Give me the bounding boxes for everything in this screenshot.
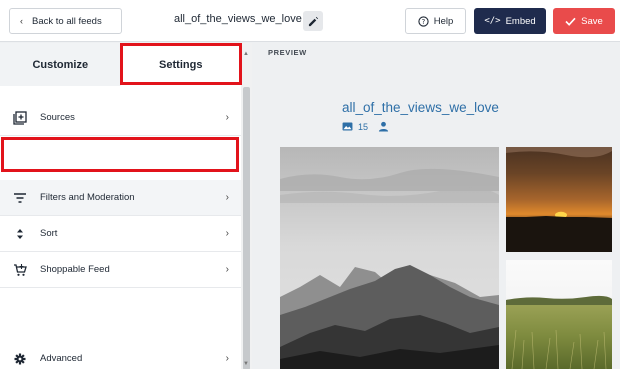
help-button[interactable]: ? Help [405, 8, 466, 34]
sources-icon [12, 110, 28, 126]
preview-label: PREVIEW [268, 48, 307, 57]
preview-feed-title[interactable]: all_of_the_views_we_love [342, 100, 499, 115]
menu-item-sources[interactable]: Sources › [0, 100, 241, 136]
scrollbar-thumb[interactable] [243, 87, 250, 369]
back-to-feeds-button[interactable]: ‹ Back to all feeds [9, 8, 122, 34]
feed-photo-field[interactable] [506, 260, 612, 369]
tab-settings[interactable]: Settings [120, 43, 241, 86]
settings-panel: Customize Settings Sources › Filters and… [0, 43, 252, 369]
cart-icon [12, 262, 28, 278]
top-bar: ‹ Back to all feeds all_of_the_views_we_… [0, 0, 620, 42]
menu-item-sort[interactable]: Sort › [0, 216, 241, 252]
code-icon: </> [484, 16, 501, 26]
chevron-right-icon: › [225, 228, 229, 239]
panel-tabs: Customize Settings [0, 43, 241, 86]
check-icon [565, 17, 576, 26]
sort-icon [12, 226, 28, 242]
feed-title: all_of_the_views_we_love [174, 13, 302, 25]
chevron-right-icon: › [225, 192, 229, 203]
scroll-down-arrow-icon[interactable]: ▼ [243, 361, 249, 367]
menu-item-advanced[interactable]: Advanced › [0, 341, 241, 369]
menu-item-label: Advanced [40, 353, 83, 364]
edit-title-button[interactable] [303, 11, 323, 31]
filter-icon [12, 190, 28, 206]
help-circle-icon: ? [418, 15, 429, 27]
tab-customize[interactable]: Customize [0, 43, 121, 86]
image-icon [342, 122, 353, 131]
embed-button[interactable]: </> Embed [474, 8, 546, 34]
menu-item-label: Sources [40, 112, 75, 123]
save-button[interactable]: Save [553, 8, 615, 34]
embed-button-label: Embed [505, 15, 536, 27]
user-icon [378, 121, 389, 132]
chevron-right-icon: › [225, 353, 229, 364]
chevron-right-icon: › [225, 112, 229, 123]
feed-photo-sunset[interactable] [506, 147, 612, 252]
chevron-right-icon: › [225, 264, 229, 275]
pencil-icon [308, 16, 318, 26]
back-button-label: Back to all feeds [32, 15, 102, 27]
menu-item-label: Filters and Moderation [40, 192, 135, 203]
menu-item-label: Sort [40, 228, 58, 239]
preview-feed-meta: 15 [342, 121, 389, 132]
help-button-label: Help [433, 15, 454, 27]
menu-item-label: Shoppable Feed [40, 264, 110, 275]
chevron-left-icon: ‹ [20, 16, 23, 26]
menu-item-shoppable-feed[interactable]: Shoppable Feed › [0, 252, 241, 288]
save-button-label: Save [581, 15, 603, 27]
gear-icon [12, 351, 28, 367]
scroll-up-arrow-icon[interactable]: ▲ [243, 51, 249, 57]
photo-count: 15 [358, 121, 369, 132]
menu-item-filters-and-moderation[interactable]: Filters and Moderation › [0, 180, 241, 216]
feed-photo-mountains[interactable] [280, 147, 499, 369]
svg-text:?: ? [421, 17, 425, 25]
